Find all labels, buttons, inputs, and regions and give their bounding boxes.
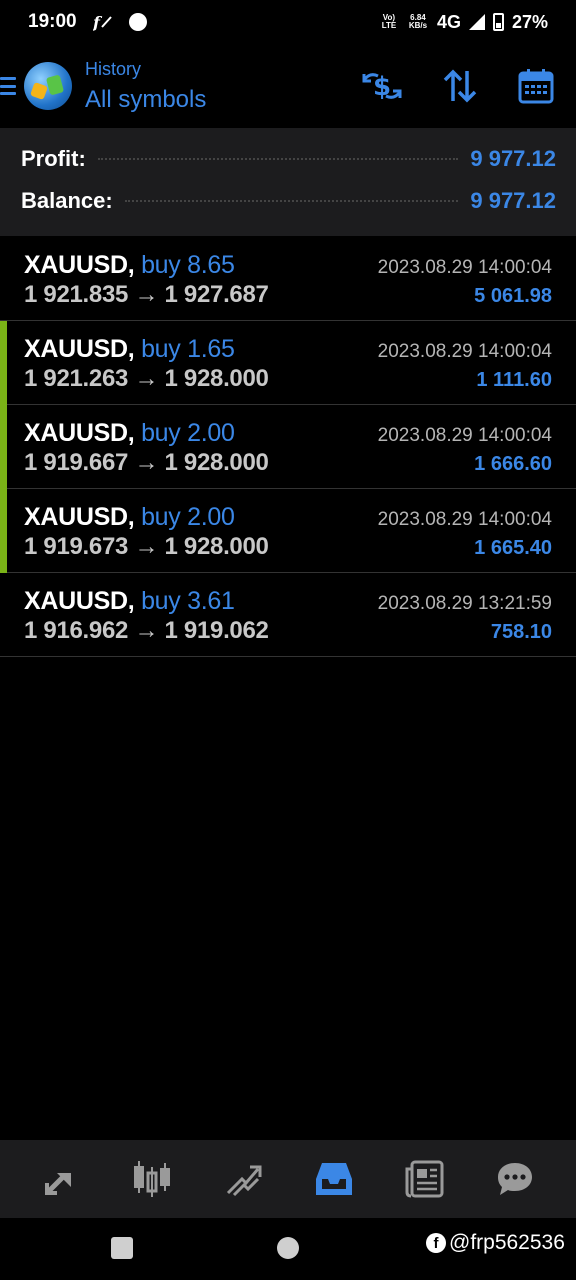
deal-time: 2023.08.29 14:00:04	[377, 257, 552, 278]
deal-prices: 1 921.263 → 1 928.000	[24, 365, 269, 392]
deal-row[interactable]: XAUUSD, buy 2.00 1 919.667 → 1 928.000 2…	[0, 405, 576, 489]
deal-row[interactable]: XAUUSD, buy 8.65 1 921.835 → 1 927.687 2…	[0, 237, 576, 321]
battery-percent: 27%	[511, 11, 548, 32]
balance-label: Balance:	[21, 188, 113, 213]
messages-icon[interactable]	[495, 1159, 535, 1199]
notification-icon: f	[93, 13, 112, 31]
deal-time: 2023.08.29 14:00:04	[377, 509, 552, 530]
notification-dot-icon	[128, 13, 147, 31]
deal-symbol: XAUUSD,	[24, 335, 135, 363]
deal-side: buy 1.65	[141, 335, 235, 363]
deal-profit: 1 666.60	[474, 453, 552, 475]
deal-profit: 1 665.40	[474, 537, 552, 559]
signal-icon	[468, 14, 485, 30]
svg-text:f: f	[93, 13, 103, 31]
deal-prices: 1 916.962 → 1 919.062	[24, 617, 269, 644]
balance-value: 9 977.12	[470, 188, 556, 213]
clock: 19:00	[28, 11, 77, 32]
watermark-handle: @frp562536	[449, 1231, 565, 1254]
deal-symbol: XAUUSD,	[24, 503, 135, 531]
profit-label: Profit:	[21, 146, 86, 171]
deal-side: buy 2.00	[141, 503, 235, 531]
deal-time: 2023.08.29 14:00:04	[377, 341, 552, 362]
deal-profit: 1 111.60	[476, 369, 552, 391]
deal-time: 2023.08.29 14:00:04	[377, 425, 552, 446]
currency-switch-icon[interactable]: $	[362, 68, 402, 104]
deal-row[interactable]: XAUUSD, buy 2.00 1 919.673 → 1 928.000 2…	[0, 489, 576, 573]
menu-icon[interactable]	[0, 77, 16, 95]
calendar-icon[interactable]	[518, 68, 554, 104]
header-titles[interactable]: History All symbols	[85, 59, 206, 114]
deal-prices: 1 919.667 → 1 928.000	[24, 449, 269, 476]
summary-panel: Profit: 9 977.12 Balance: 9 977.12	[0, 128, 576, 236]
network-type: 4G	[436, 11, 461, 32]
balance-row: Balance: 9 977.12	[21, 170, 556, 213]
deal-symbol: XAUUSD,	[24, 419, 135, 447]
sort-icon[interactable]	[442, 69, 478, 103]
deal-profit: 5 061.98	[474, 285, 552, 307]
dotted-leader	[124, 200, 459, 202]
facebook-icon: f	[426, 1233, 446, 1253]
profit-row: Profit: 9 977.12	[21, 128, 556, 171]
news-icon[interactable]	[404, 1159, 444, 1199]
deal-symbol: XAUUSD,	[24, 587, 135, 615]
status-bar: 19:00 f Vo) LTE 6.84 KB/s 4G 27%	[0, 0, 576, 44]
net-speed: 6.84 KB/s	[408, 13, 428, 30]
chart-icon[interactable]	[131, 1159, 173, 1199]
deal-symbol: XAUUSD,	[24, 251, 135, 279]
recent-apps-button[interactable]	[111, 1237, 133, 1259]
page-subtitle: History	[85, 58, 142, 79]
watermark: f @frp562536	[426, 1231, 565, 1255]
home-button[interactable]	[277, 1237, 299, 1259]
deal-side: buy 3.61	[141, 587, 235, 615]
system-navigation: f @frp562536	[0, 1218, 576, 1280]
dotted-leader	[97, 158, 459, 160]
history-icon[interactable]	[314, 1159, 354, 1199]
profit-value: 9 977.12	[470, 146, 556, 171]
battery-icon	[492, 13, 504, 31]
volte-indicator: Vo) LTE	[381, 13, 397, 30]
deal-profit: 758.10	[490, 621, 552, 643]
quotes-icon[interactable]	[41, 1159, 81, 1199]
app-logo	[24, 62, 72, 110]
deal-time: 2023.08.29 13:21:59	[377, 593, 552, 614]
app-header: History All symbols $	[0, 44, 576, 128]
deal-side: buy 8.65	[141, 251, 235, 279]
trade-icon[interactable]	[224, 1159, 264, 1199]
bottom-navigation	[0, 1140, 576, 1218]
deal-row[interactable]: XAUUSD, buy 3.61 1 916.962 → 1 919.062 2…	[0, 573, 576, 657]
deal-side: buy 2.00	[141, 419, 235, 447]
page-title: All symbols	[85, 85, 207, 113]
deal-row[interactable]: XAUUSD, buy 1.65 1 921.263 → 1 928.000 2…	[0, 321, 576, 405]
deal-prices: 1 921.835 → 1 927.687	[24, 281, 269, 308]
deals-list: XAUUSD, buy 8.65 1 921.835 → 1 927.687 2…	[0, 237, 576, 657]
deal-prices: 1 919.673 → 1 928.000	[24, 533, 269, 560]
